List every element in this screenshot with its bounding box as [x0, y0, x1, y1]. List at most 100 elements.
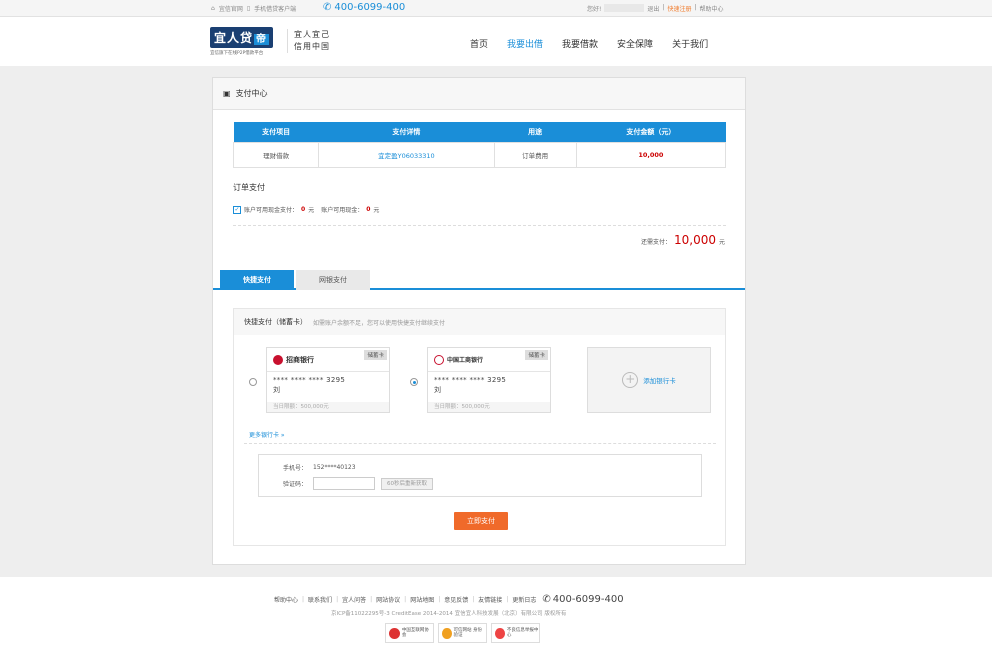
footer-link[interactable]: 网站协议 [376, 595, 400, 604]
nav-home[interactable]: 首页 [470, 37, 488, 50]
footer-link[interactable]: 网站地图 [410, 595, 434, 604]
bank-card-cmb[interactable]: 招商银行 储蓄卡 **** **** **** 3295 刘 当日限额：500,… [266, 347, 390, 413]
nav-invest[interactable]: 我要出借 [507, 37, 543, 50]
add-card-label: 添加银行卡 [643, 377, 676, 385]
verify-form: 手机号： 152****40123 验证码： 60秒后重新获取 [258, 454, 702, 497]
card-radio-icbc[interactable] [410, 378, 418, 386]
col-detail: 支付详情 [318, 122, 495, 142]
add-card-button[interactable]: + 添加银行卡 [587, 347, 711, 413]
quick-register-link[interactable]: 快速注册 [667, 4, 691, 13]
copyright: 京ICP备11022295号-3 CreditEase 2014-2014 宜信… [331, 611, 567, 617]
footer-link[interactable]: 宜人问答 [342, 595, 366, 604]
card-holder: 刘 [434, 386, 441, 394]
due-amount: 10,000 [673, 233, 716, 247]
footer-link[interactable]: 更新日志 [512, 595, 536, 604]
panel-title: 支付中心 [235, 89, 268, 98]
phone-label: 手机号： [282, 465, 307, 472]
card-type-tag: 储蓄卡 [364, 350, 387, 360]
cmb-logo-icon [273, 354, 283, 365]
top-bar: ⌂ 宜信官网 ▯ 手机借贷客户端 ✆ 400-6099-400 您好! 退出 |… [0, 0, 992, 17]
badge-label: 中国互联网协会 [401, 628, 429, 638]
col-item: 支付项目 [233, 122, 319, 142]
badge-report-center[interactable]: 不良信息举报中心 [491, 623, 540, 643]
official-site-link[interactable]: 宜信官网 [219, 4, 243, 13]
due-unit: 元 [718, 239, 725, 246]
amount-due: 还需支付： 10,000 元 [641, 233, 725, 247]
nav-about[interactable]: 关于我们 [672, 37, 708, 50]
top-phone-number: 400-6099-400 [334, 2, 406, 13]
card-number: **** **** **** 3295 [273, 376, 346, 384]
badge-label: 不良信息举报中心 [506, 628, 539, 638]
cell-amount: 10,000 [575, 141, 727, 168]
phone-icon: ✆ [542, 594, 551, 605]
resend-code-button[interactable]: 60秒后重新获取 [381, 477, 433, 490]
main-nav: 首页 我要出借 我要借款 安全保障 关于我们 [470, 37, 727, 50]
code-label: 验证码： [282, 481, 307, 488]
footer-link[interactable]: 意见反馈 [444, 595, 468, 604]
card-radio-cmb[interactable] [249, 378, 257, 386]
top-right-links: 您好! 退出 | 快速注册 | 帮助中心 [587, 4, 724, 13]
payment-tabs: 快捷支付 网银支付 [213, 268, 745, 290]
badge-trusted-site[interactable]: 可信网站 身份验证 [438, 623, 487, 643]
site-header: 宜人贷帝 宜信旗下在线P2P借款平台 宜人宜己 信用中国 首页 我要出借 我要借… [0, 17, 992, 66]
footer-link[interactable]: 帮助中心 [274, 595, 298, 604]
footer-link[interactable]: 联系我们 [308, 595, 332, 604]
footer-phone: ✆ 400-6099-400 [542, 594, 623, 605]
quick-pay-title: 快捷支付（储蓄卡） [244, 318, 307, 326]
tab-quick-pay[interactable]: 快捷支付 [220, 270, 294, 290]
slogan-line1: 宜人宜己 [294, 30, 330, 39]
badge-internet-society[interactable]: 中国互联网协会 [385, 623, 434, 643]
payment-center-icon: ▣ [223, 89, 231, 98]
nav-security[interactable]: 安全保障 [617, 37, 653, 50]
greeting-text: 您好! [587, 6, 602, 13]
quick-pay-box: 快捷支付（储蓄卡） 如需账户余额不足，您可以使用快捷支付继续支付 招商银行 储蓄… [233, 308, 726, 546]
balance-unit: 元 [308, 207, 315, 214]
card-holder: 刘 [273, 386, 280, 394]
cell-purpose: 订单费用 [493, 141, 577, 168]
code-row: 验证码： 60秒后重新获取 [277, 477, 433, 490]
phone-value: 152****40123 [313, 464, 356, 471]
verification-code-input[interactable] [313, 477, 375, 490]
cell-detail-link[interactable]: 宜定盈Y06033310 [318, 141, 495, 168]
badge-label: 可信网站 身份验证 [453, 628, 482, 638]
report-icon [495, 627, 505, 639]
balance-checkbox[interactable]: ✓ [233, 205, 241, 214]
divider [233, 225, 726, 226]
slogan-line2: 信用中国 [294, 42, 330, 51]
card-limit: 当日限额：500,000元 [267, 402, 389, 412]
tab-online-banking[interactable]: 网银支付 [296, 270, 370, 290]
bank-card-icbc[interactable]: 中国工商银行 储蓄卡 **** **** **** 3295 刘 当日限额：50… [427, 347, 551, 413]
divider [244, 443, 716, 444]
more-cards-link[interactable]: 更多银行卡 » [249, 430, 285, 439]
available-label: 账户可用现金： [321, 207, 364, 214]
trusted-icon [442, 627, 452, 639]
site-footer: 帮助中心 | 联系我们 | 宜人问答 | 网站协议 | 网站地图 | 意见反馈 | 友情链接… [0, 577, 992, 669]
logout-link[interactable]: 退出 [647, 4, 659, 13]
site-logo[interactable]: 宜人贷帝 宜信旗下在线P2P借款平台 [210, 27, 280, 56]
mobile-client-link[interactable]: 手机借贷客户端 [254, 4, 296, 13]
footer-phone-number: 400-6099-400 [552, 594, 624, 605]
top-left-links: ⌂ 宜信官网 ▯ 手机借贷客户端 [211, 4, 296, 13]
help-center-link[interactable]: 帮助中心 [700, 4, 724, 13]
payment-panel: ▣ 支付中心 支付项目 支付详情 用途 支付金额（元） 理财借款 宜定盈Y060… [212, 77, 746, 565]
card-bank-name: 招商银行 [286, 355, 314, 364]
nav-borrow[interactable]: 我要借款 [562, 37, 598, 50]
logo-mark: 宜人贷帝 [210, 27, 274, 48]
trust-badges: 中国互联网协会 可信网站 身份验证 不良信息举报中心 [385, 623, 540, 643]
mobile-icon: ▯ [246, 5, 251, 12]
footer-link[interactable]: 友情链接 [478, 595, 502, 604]
pay-now-button[interactable]: 立即支付 [454, 512, 508, 530]
cell-item: 理财借款 [232, 141, 320, 168]
available-unit: 元 [373, 207, 380, 214]
col-amount: 支付金额（元） [576, 122, 726, 142]
top-separator: | [662, 4, 665, 11]
card-limit: 当日限额：500,000元 [428, 402, 550, 412]
top-phone: ✆ 400-6099-400 [323, 2, 405, 13]
order-payment-title: 订单支付 [233, 183, 265, 192]
table-row: 理财借款 宜定盈Y06033310 订单费用 10,000 [232, 141, 727, 168]
col-purpose: 用途 [494, 122, 577, 142]
phone-icon: ✆ [323, 2, 332, 13]
balance-label: 账户可用现金支付： [244, 207, 299, 214]
due-label: 还需支付： [640, 239, 671, 246]
quick-pay-header: 快捷支付（储蓄卡） 如需账户余额不足，您可以使用快捷支付继续支付 [234, 309, 725, 335]
